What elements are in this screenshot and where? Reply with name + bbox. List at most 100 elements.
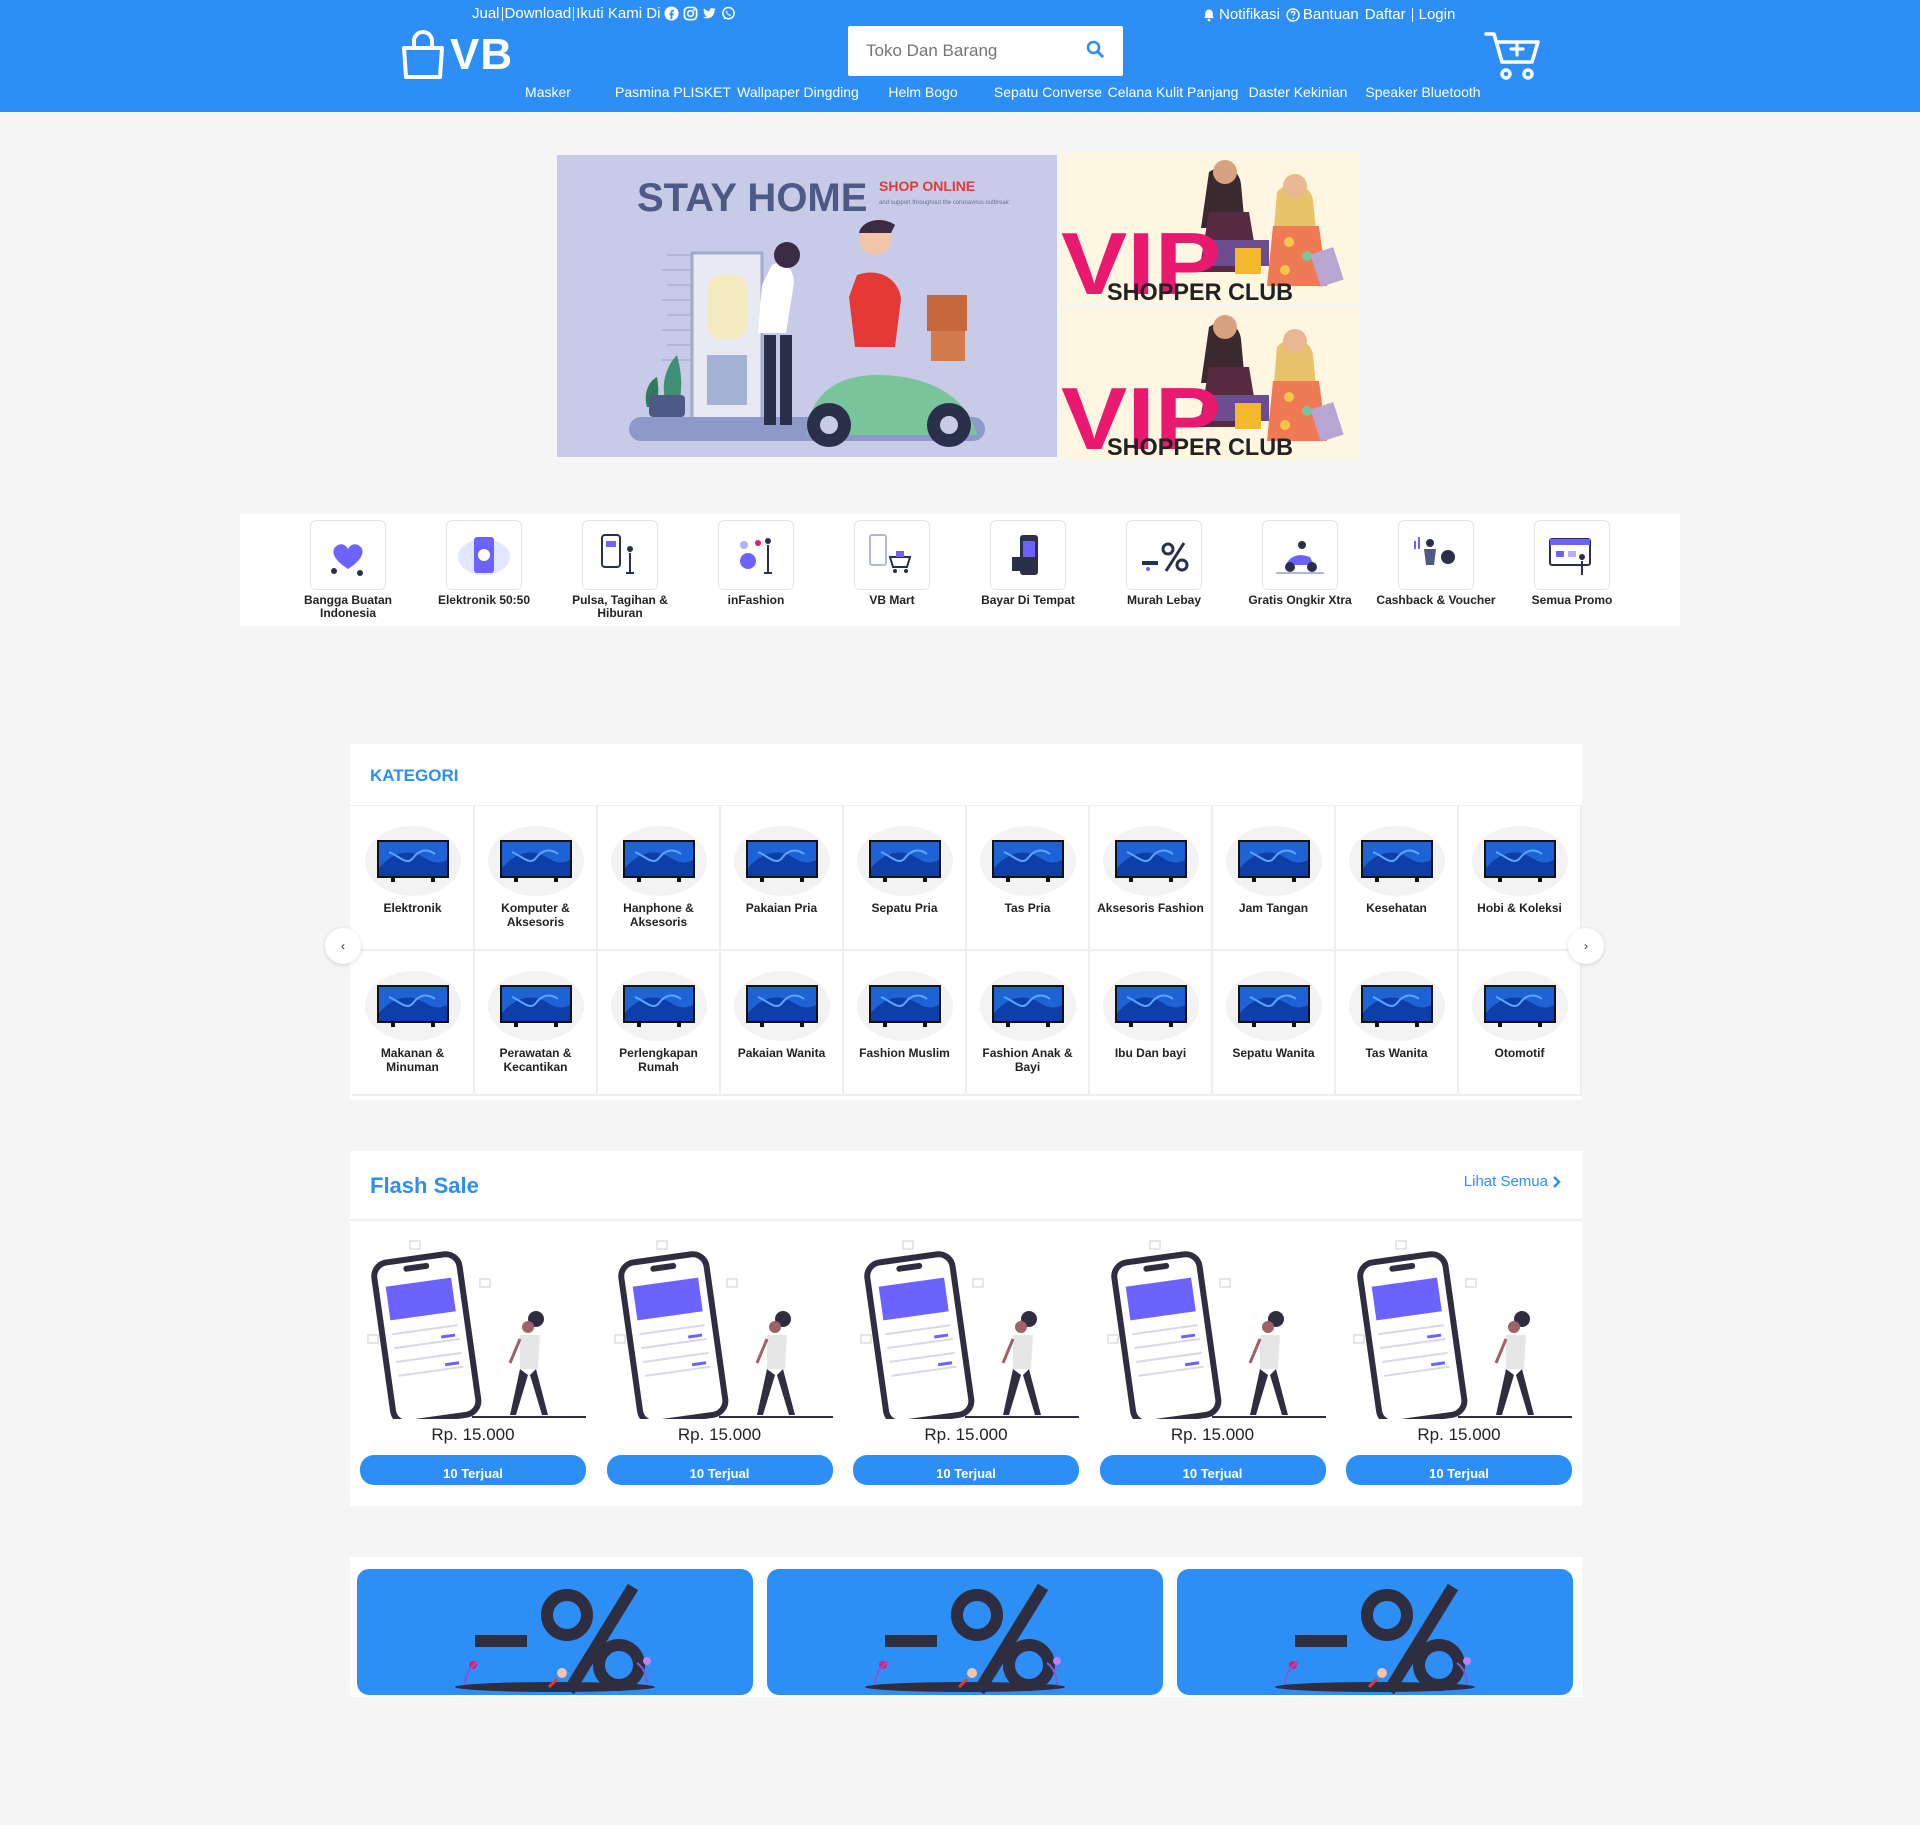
register-link[interactable]: Daftar <box>1365 6 1406 23</box>
category-item[interactable]: Tas Wanita <box>1336 951 1459 1096</box>
promo-section <box>350 1557 1582 1697</box>
nav-link[interactable]: Masker <box>525 84 571 100</box>
whatsapp-icon[interactable] <box>721 6 736 21</box>
tv-icon <box>610 971 707 1041</box>
nav-link[interactable]: Helm Bogo <box>888 84 957 100</box>
facebook-icon[interactable] <box>664 6 679 21</box>
product-card[interactable]: Rp. 15.000 10 Terjual <box>360 1229 586 1504</box>
twitter-icon[interactable] <box>702 6 717 21</box>
category-item[interactable]: Elektronik <box>352 806 475 951</box>
tv-icon <box>1471 971 1568 1041</box>
follow-label: Ikuti Kami Di <box>576 5 661 22</box>
tv-icon <box>733 826 830 896</box>
search-icon[interactable] <box>1085 39 1109 63</box>
category-item[interactable]: Hanphone & Aksesoris <box>598 806 721 951</box>
see-all-label: Lihat Semua <box>1463 1173 1548 1190</box>
product-card[interactable]: Rp. 15.000 10 Terjual <box>606 1229 833 1504</box>
quick-menu-item[interactable]: Elektronik 50:50 <box>416 520 552 607</box>
search-input[interactable] <box>864 40 1078 62</box>
section-title: Flash Sale <box>370 1173 479 1198</box>
quick-menu-label: Elektronik 50:50 <box>437 593 531 607</box>
quick-menu-label: Semua Promo <box>1531 593 1613 607</box>
site-logo[interactable]: VB <box>400 30 513 80</box>
heart-hands-icon <box>310 520 386 590</box>
tv-icon <box>487 826 584 896</box>
category-label: Fashion Muslim <box>859 1046 950 1060</box>
search-bar <box>848 26 1123 76</box>
see-all-link[interactable]: Lihat Semua <box>1464 1173 1562 1190</box>
sold-count-button[interactable]: 10 Terjual <box>1099 1455 1326 1485</box>
notifications-link[interactable]: Notifikasi <box>1202 6 1280 23</box>
product-image <box>1100 1229 1326 1419</box>
main-banner[interactable]: STAY HOME SHOP ONLINE and support throug… <box>557 155 1057 457</box>
category-item[interactable]: Ibu Dan bayi <box>1090 951 1213 1096</box>
nav-link[interactable]: Sepatu Converse <box>994 84 1102 100</box>
category-item[interactable]: Aksesoris Fashion <box>1090 806 1213 951</box>
category-item[interactable]: Tas Pria <box>967 806 1090 951</box>
login-link[interactable]: Login <box>1419 6 1456 23</box>
carousel-prev-button[interactable]: ‹ <box>325 928 361 964</box>
quick-menu-item[interactable]: Cashback & Voucher <box>1368 520 1504 607</box>
tv-icon <box>364 971 461 1041</box>
cart-icon[interactable] <box>1484 30 1542 82</box>
product-price: Rp. 15.000 <box>924 1425 1008 1444</box>
chevron-right-icon <box>1552 1175 1562 1188</box>
product-card[interactable]: Rp. 15.000 10 Terjual <box>1099 1229 1326 1504</box>
tv-icon <box>979 971 1076 1041</box>
instagram-icon[interactable] <box>683 6 698 21</box>
category-item[interactable]: Makanan & Minuman <box>352 951 475 1096</box>
quick-menu-item[interactable]: Semua Promo <box>1504 520 1640 607</box>
category-item[interactable]: Jam Tangan <box>1213 806 1336 951</box>
category-label: Perlengkapan Rumah <box>619 1046 698 1074</box>
category-item[interactable]: Perawatan & Kecantikan <box>475 951 598 1096</box>
nav-link[interactable]: Speaker Bluetooth <box>1365 84 1480 100</box>
discount-icon <box>1177 1569 1573 1695</box>
nav-link[interactable]: Celana Kulit Panjang <box>1108 84 1239 100</box>
tv-icon <box>1225 826 1322 896</box>
download-link[interactable]: Download <box>505 5 572 22</box>
carousel-next-button[interactable]: › <box>1568 928 1604 964</box>
product-image <box>1346 1229 1572 1419</box>
category-item[interactable]: Komputer & Aksesoris <box>475 806 598 951</box>
quick-menu-item[interactable]: Bayar Di Tempat <box>960 520 1096 607</box>
category-item[interactable]: Pakaian Wanita <box>721 951 844 1096</box>
sold-count-button[interactable]: 10 Terjual <box>606 1455 833 1485</box>
vip-banner[interactable]: VIP SHOPPER CLUB <box>1059 307 1359 459</box>
sold-count-button[interactable]: 10 Terjual <box>1346 1455 1572 1485</box>
category-item[interactable]: Pakaian Pria <box>721 806 844 951</box>
category-item[interactable]: Otomotif <box>1459 951 1582 1096</box>
category-label: Elektronik <box>383 901 442 915</box>
quick-menu-item[interactable]: Pulsa, Tagihan & Hiburan <box>552 520 688 620</box>
help-link[interactable]: Bantuan <box>1286 6 1359 23</box>
category-item[interactable]: Perlengkapan Rumah <box>598 951 721 1096</box>
product-price: Rp. 15.000 <box>1417 1425 1501 1444</box>
quick-menu-item[interactable]: inFashion <box>688 520 824 607</box>
promo-banner[interactable] <box>1177 1569 1573 1695</box>
category-item[interactable]: Hobi & Koleksi <box>1459 806 1582 951</box>
nav-link[interactable]: Wallpaper Dingding <box>737 84 859 100</box>
category-item[interactable]: Sepatu Pria <box>844 806 967 951</box>
sold-count-button[interactable]: 10 Terjual <box>360 1455 586 1485</box>
quick-menu-label: Cashback & Voucher <box>1376 593 1496 607</box>
quick-menu-item[interactable]: Bangga Buatan Indonesia <box>280 520 416 620</box>
quick-menu-item[interactable]: Gratis Ongkir Xtra <box>1232 520 1368 607</box>
category-item[interactable]: Kesehatan <box>1336 806 1459 951</box>
banner-title: STAY HOME <box>637 176 867 220</box>
product-card[interactable]: Rp. 15.000 10 Terjual <box>1346 1229 1572 1504</box>
sell-link[interactable]: Jual <box>472 5 500 22</box>
quick-menu-item[interactable]: Murah Lebay <box>1096 520 1232 607</box>
promo-banner[interactable] <box>767 1569 1163 1695</box>
category-item[interactable]: Fashion Anak & Bayi <box>967 951 1090 1096</box>
category-item[interactable]: Sepatu Wanita <box>1213 951 1336 1096</box>
category-item[interactable]: Fashion Muslim <box>844 951 967 1096</box>
top-bar-right: Notifikasi Bantuan Daftar Login <box>1202 6 1455 23</box>
product-card[interactable]: Rp. 15.000 10 Terjual <box>853 1229 1079 1504</box>
quick-menu-item[interactable]: VB Mart <box>824 520 960 607</box>
cod-icon <box>990 520 1066 590</box>
nav-link[interactable]: Pasmina PLISKET <box>615 84 731 100</box>
nav-link[interactable]: Daster Kekinian <box>1249 84 1348 100</box>
sold-count-button[interactable]: 10 Terjual <box>853 1455 1079 1485</box>
category-label: Sepatu Wanita <box>1232 1046 1315 1060</box>
vip-banner[interactable]: VIP SHOPPER CLUB <box>1059 152 1359 304</box>
promo-banner[interactable] <box>357 1569 753 1695</box>
